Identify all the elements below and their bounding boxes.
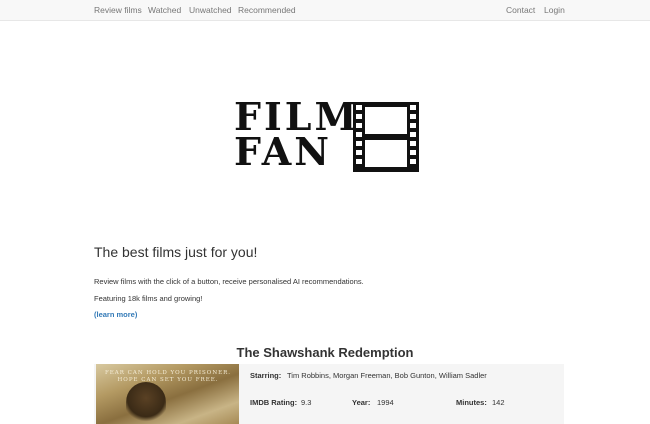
film-title: The Shawshank Redemption [236, 345, 414, 360]
year-value: 1994 [377, 398, 394, 407]
nav-login[interactable]: Login [544, 0, 565, 20]
nav-recommended[interactable]: Recommended [238, 0, 296, 20]
logo-text: FILM FAN [234, 98, 357, 174]
minutes-label: Minutes: [456, 398, 487, 407]
film-card: FEAR CAN HOLD YOU PRISONER. HOPE CAN SET… [94, 364, 564, 424]
hero-featuring: Featuring 18k films and growing! [94, 294, 203, 303]
logo-line-fan: FAN [234, 129, 332, 174]
hero-description: Review films with the click of a button,… [94, 277, 364, 286]
nav-watched[interactable]: Watched [148, 0, 181, 20]
poster-text-line2: HOPE CAN SET YOU FREE. [117, 377, 219, 383]
nav-contact[interactable]: Contact [506, 0, 535, 20]
imdb-rating-label: IMDB Rating: [250, 398, 298, 407]
hero-tagline: The best films just for you! [94, 244, 258, 260]
film-strip-icon [353, 102, 419, 172]
film-fan-logo: FILM FAN [234, 98, 424, 174]
nav-unwatched[interactable]: Unwatched [189, 0, 232, 20]
top-navbar: Review films Watched Unwatched Recommend… [0, 0, 650, 21]
starring-value: Tim Robbins, Morgan Freeman, Bob Gunton,… [287, 371, 487, 380]
year-label: Year: [352, 398, 371, 407]
imdb-rating-value: 9.3 [301, 398, 312, 407]
nav-review-films[interactable]: Review films [94, 0, 142, 20]
starring-label: Starring: [250, 371, 282, 380]
film-poster: FEAR CAN HOLD YOU PRISONER. HOPE CAN SET… [96, 364, 239, 424]
poster-text-line1: FEAR CAN HOLD YOU PRISONER. [104, 370, 232, 376]
poster-figure [126, 382, 166, 422]
minutes-value: 142 [492, 398, 505, 407]
learn-more-link[interactable]: (learn more) [94, 310, 137, 319]
